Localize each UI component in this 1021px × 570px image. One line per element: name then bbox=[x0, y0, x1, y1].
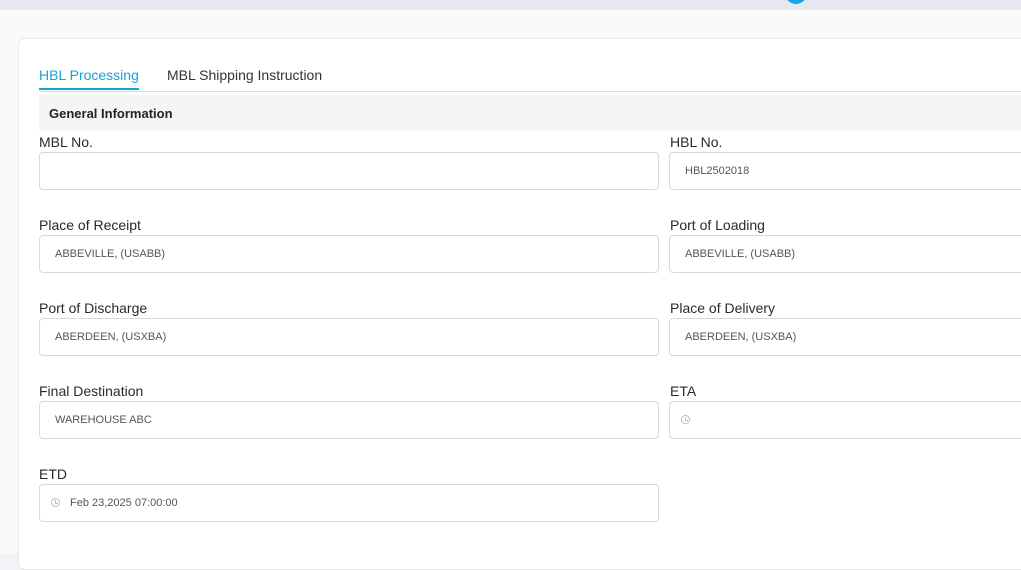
eta-label: ETA bbox=[670, 383, 697, 399]
final-destination-label: Final Destination bbox=[39, 383, 144, 399]
notification-indicator[interactable] bbox=[785, 0, 807, 4]
place-of-delivery-input[interactable]: ABERDEEN, (USXBA) bbox=[669, 318, 1021, 356]
final-destination-value: WAREHOUSE ABC bbox=[55, 414, 152, 426]
hbl-no-value: HBL2502018 bbox=[685, 165, 750, 177]
section-title: General Information bbox=[49, 106, 173, 121]
port-of-discharge-input[interactable]: ABERDEEN, (USXBA) bbox=[39, 318, 659, 356]
mbl-no-label: MBL No. bbox=[39, 134, 93, 150]
port-of-discharge-label: Port of Discharge bbox=[39, 300, 148, 316]
place-of-receipt-label: Place of Receipt bbox=[39, 217, 141, 233]
port-of-loading-label: Port of Loading bbox=[670, 217, 765, 233]
place-of-delivery-value: ABERDEEN, (USXBA) bbox=[685, 331, 797, 343]
place-of-receipt-input[interactable]: ABBEVILLE, (USABB) bbox=[39, 235, 659, 273]
etd-value: Feb 23,2025 07:00:00 bbox=[70, 497, 178, 509]
port-of-loading-value: ABBEVILLE, (USABB) bbox=[685, 248, 796, 260]
mbl-no-input[interactable] bbox=[39, 152, 659, 190]
hbl-no-label: HBL No. bbox=[670, 134, 723, 150]
tab-bar: HBL Processing MBL Shipping Instruction bbox=[39, 65, 1021, 92]
top-bar bbox=[0, 0, 1021, 10]
place-of-receipt-value: ABBEVILLE, (USABB) bbox=[55, 248, 166, 260]
port-of-discharge-value: ABERDEEN, (USXBA) bbox=[55, 331, 167, 343]
section-header: General Information bbox=[39, 95, 1021, 131]
hbl-no-input[interactable]: HBL2502018 bbox=[669, 152, 1021, 190]
etd-datetime-picker[interactable]: Feb 23,2025 07:00:00 bbox=[39, 484, 659, 522]
place-of-delivery-label: Place of Delivery bbox=[670, 300, 776, 316]
tab-hbl-processing[interactable]: HBL Processing bbox=[39, 67, 139, 90]
tab-mbl-shipping-instruction[interactable]: MBL Shipping Instruction bbox=[167, 67, 322, 88]
etd-label: ETD bbox=[39, 466, 67, 482]
clock-icon bbox=[51, 498, 60, 507]
eta-datetime-picker[interactable] bbox=[669, 401, 1021, 439]
final-destination-input[interactable]: WAREHOUSE ABC bbox=[39, 401, 659, 439]
port-of-loading-input[interactable]: ABBEVILLE, (USABB) bbox=[669, 235, 1021, 273]
clock-icon bbox=[681, 415, 690, 424]
form-card: HBL Processing MBL Shipping Instruction … bbox=[18, 38, 1021, 570]
